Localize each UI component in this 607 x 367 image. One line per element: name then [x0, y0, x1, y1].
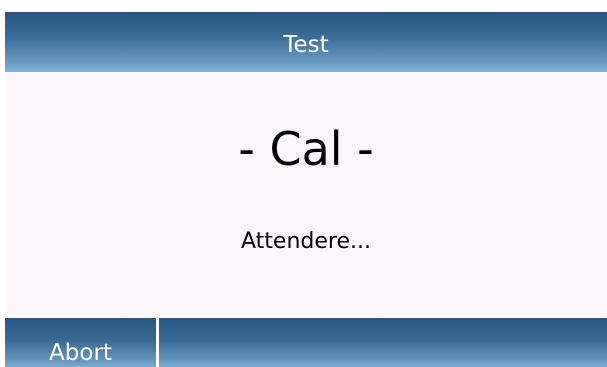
content-area: - Cal - Attendere... [5, 72, 607, 318]
page-title: Test [283, 32, 329, 58]
bottom-bar: Abort [5, 318, 607, 367]
device-screen: Test - Cal - Attendere... Abort [0, 0, 607, 367]
status-message: Attendere... [241, 229, 371, 254]
empty-softkey-slot [159, 318, 607, 367]
mode-label: - Cal - [238, 122, 374, 176]
abort-button-label: Abort [49, 340, 112, 366]
abort-button[interactable]: Abort [5, 318, 156, 367]
title-bar: Test [5, 12, 607, 72]
